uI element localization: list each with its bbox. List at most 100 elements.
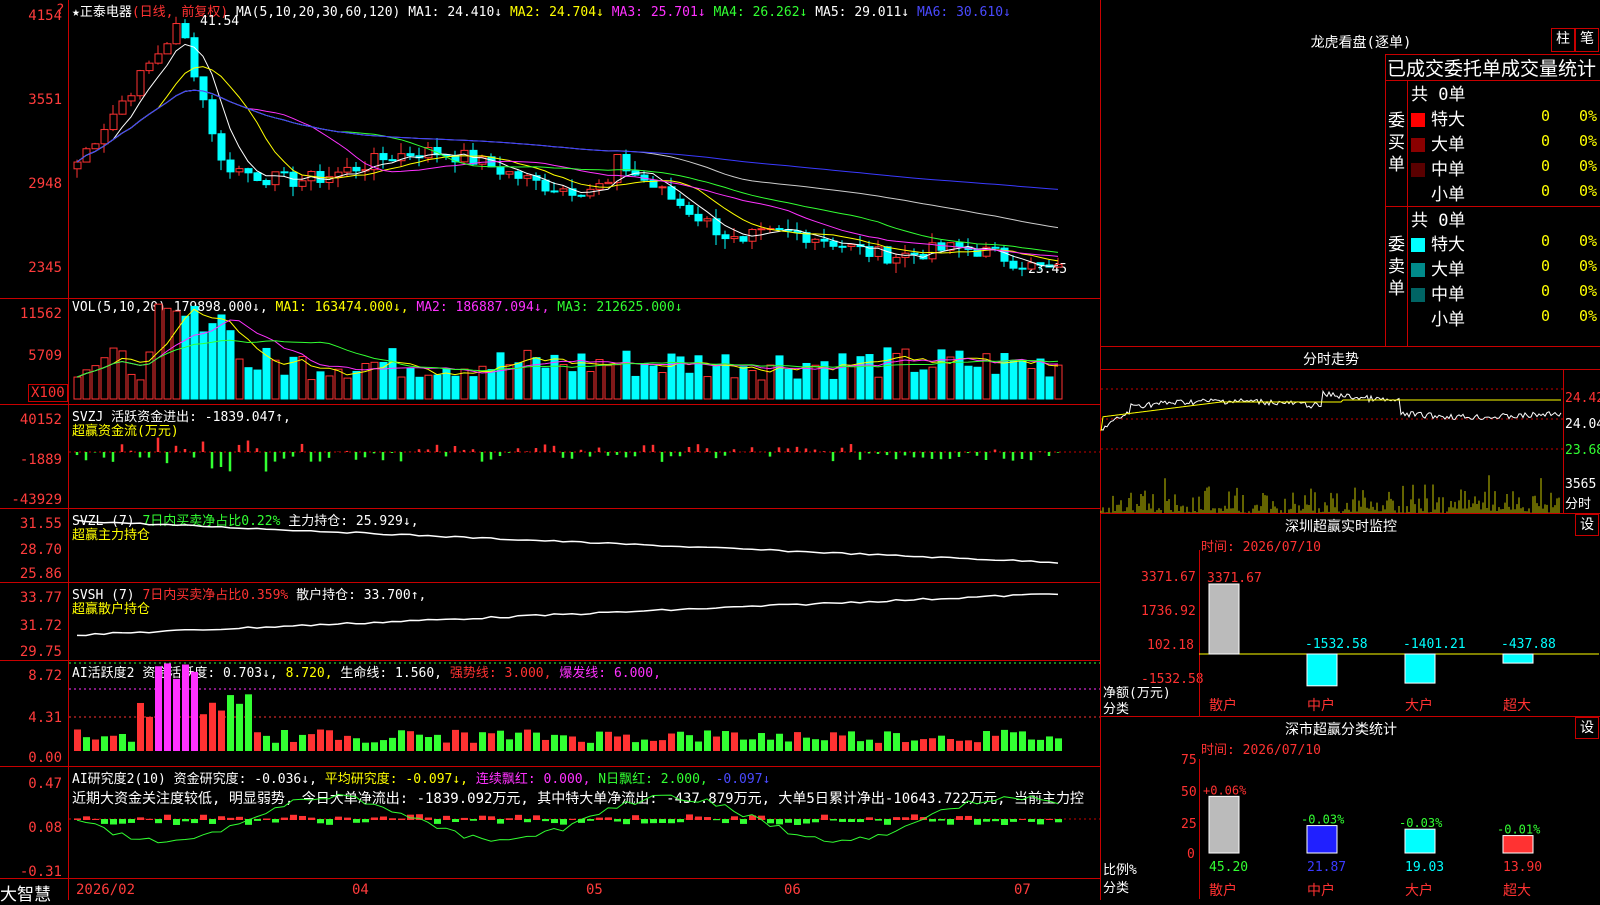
research-bar — [650, 819, 657, 824]
active-bar — [947, 739, 954, 751]
ma-line — [76, 89, 1059, 253]
intraday-chart[interactable] — [1100, 369, 1563, 513]
active-bar — [317, 729, 324, 751]
chart-area[interactable]: 4154 3551 2948 2345 ? ★正泰电器(日线, 前复权) MA(… — [0, 0, 1100, 905]
research-bar — [281, 817, 288, 820]
volume-bar — [298, 355, 307, 400]
active-bar — [479, 732, 486, 751]
candle-body — [739, 236, 748, 242]
research-bar — [560, 819, 567, 825]
research-bar — [200, 814, 207, 820]
candle-body — [838, 245, 847, 248]
candlestick-chart[interactable] — [0, 0, 1100, 298]
net-flow-bar-chart[interactable]: 3371.67 散户 -1532.58 中户 -1401.21 大户 -437.88 超大 — [1199, 550, 1599, 716]
volume-bar — [244, 367, 253, 400]
classify-axis-label: 25 — [1181, 817, 1197, 832]
research-bar — [731, 816, 738, 820]
lhb-header: 已成交委托单成交量统计 — [1387, 58, 1597, 80]
ratio-bar-chart[interactable]: +0.06% 45.20 散户 -0.03% 21.87 中户 -0.03% 19.03 大户 -… — [1199, 759, 1599, 900]
research-bar — [191, 819, 198, 824]
active-bar — [569, 736, 576, 751]
active-bar — [956, 740, 963, 751]
active-bar — [200, 714, 207, 751]
candle-body — [703, 218, 712, 222]
retail-position-chart[interactable] — [0, 583, 1100, 660]
research-bar — [857, 819, 864, 823]
candle-body — [91, 143, 100, 150]
research-bar — [434, 819, 441, 824]
intraday-axis-label: 分时 — [1565, 497, 1592, 512]
volume-bar — [343, 377, 352, 400]
candle-body — [505, 171, 514, 175]
ai-active-chart[interactable] — [0, 661, 1100, 766]
volume-bar — [1018, 359, 1027, 400]
candle-body — [298, 180, 307, 187]
classify-settings-button[interactable]: 设 — [1575, 717, 1599, 739]
research-bar — [641, 819, 648, 824]
volume-bar — [361, 362, 370, 400]
monitor-bar-value: 3371.67 — [1207, 571, 1262, 586]
intraday-panel[interactable]: 分时走势 24.42 24.04 23.68 3565 分时 — [1100, 347, 1600, 513]
candle-body — [955, 242, 964, 248]
research-bar — [614, 819, 621, 822]
lhb-panel: 龙虎看盘(逐单) 柱 笔 已成交委托单成交量统计 委买单 共 0单 特大 大单 … — [1101, 0, 1600, 346]
candle-body — [136, 70, 145, 97]
active-bar — [263, 735, 270, 751]
sell-row-m: 中单 — [1411, 280, 1465, 305]
avg-price-line — [1100, 399, 1561, 432]
candle-body — [820, 238, 829, 242]
volume-bar — [892, 352, 901, 400]
main-position-chart[interactable] — [0, 509, 1100, 582]
candle-body — [775, 228, 784, 231]
active-bar — [110, 735, 117, 751]
candle-body — [190, 37, 199, 78]
volume-bar — [424, 374, 433, 400]
ai-research-chart[interactable] — [0, 767, 1100, 878]
volume-chart[interactable] — [0, 299, 1100, 404]
fund-flow-chart[interactable] — [0, 405, 1100, 508]
candle-body — [406, 153, 415, 157]
active-bar — [749, 739, 756, 751]
active-bar — [983, 731, 990, 751]
ratio-value: 45.20 — [1209, 860, 1248, 875]
active-bar — [488, 733, 495, 751]
color-swatch — [1411, 138, 1425, 152]
active-bar — [380, 740, 387, 751]
monitor-settings-button[interactable]: 设 — [1575, 514, 1599, 536]
candle-body — [496, 166, 505, 175]
monitor-bar-value: -437.88 — [1501, 637, 1556, 652]
volume-bar — [703, 376, 712, 400]
volume-bar — [739, 366, 748, 400]
volume-bar — [937, 349, 946, 400]
volume-bar — [658, 372, 667, 400]
active-bar — [578, 741, 585, 751]
tick-mode-button[interactable]: 笔 — [1575, 28, 1599, 52]
monitor-axis-label: 102.18 — [1147, 638, 1194, 653]
candle-body — [235, 168, 244, 173]
research-bar — [371, 817, 378, 820]
volume-bar — [271, 359, 280, 400]
research-bar — [119, 819, 126, 824]
active-bar — [866, 739, 873, 751]
active-bar — [821, 740, 828, 751]
volume-bar — [127, 373, 136, 400]
volume-bar — [640, 362, 649, 400]
active-bar — [497, 730, 504, 751]
volume-bar — [973, 366, 982, 400]
sell-row-s: 小单 — [1411, 305, 1465, 330]
research-bar — [92, 818, 99, 820]
research-bar — [839, 819, 846, 822]
classify-axis-label: 50 — [1181, 785, 1197, 800]
active-bar — [155, 666, 162, 751]
research-bar — [290, 814, 297, 820]
volume-bar — [469, 376, 478, 400]
candle-body — [280, 171, 289, 174]
bar-mode-button[interactable]: 柱 — [1551, 28, 1575, 52]
active-bar — [587, 742, 594, 751]
research-bar — [605, 817, 612, 820]
research-bar — [218, 816, 225, 820]
volume-bar — [451, 375, 460, 400]
research-bar — [353, 819, 360, 823]
color-swatch — [1411, 263, 1425, 277]
active-bar — [290, 741, 297, 751]
